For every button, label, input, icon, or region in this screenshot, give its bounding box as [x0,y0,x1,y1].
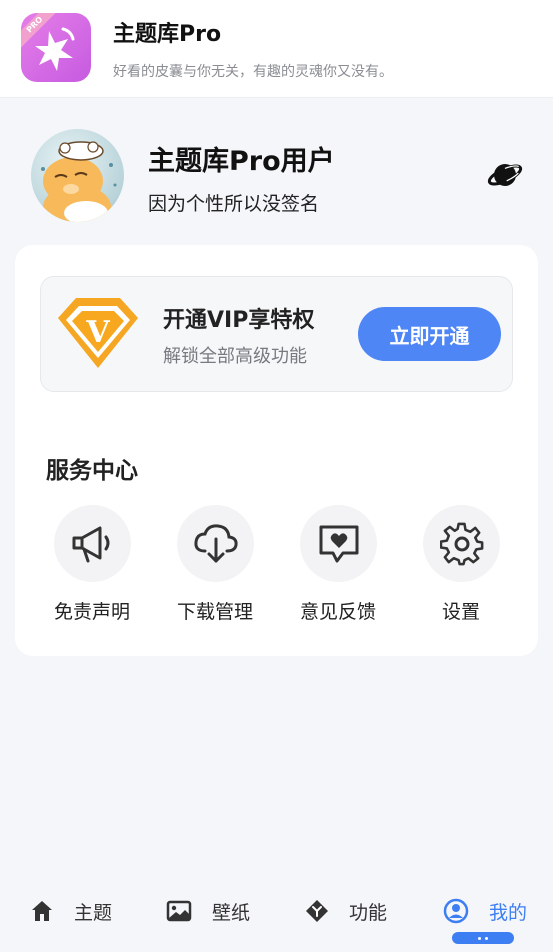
gear-icon [439,522,483,565]
nav-item-theme[interactable]: 主题 [30,893,112,929]
nav-label: 主题 [74,901,113,924]
cloud-download-icon [193,523,238,562]
app-title: 主题库Pro [113,22,222,47]
vip-subtitle: 解锁全部高级功能 [163,346,307,367]
image-icon [166,900,192,922]
vip-title: 开通VIP享特权 [163,308,315,333]
service-icon-circle [423,505,500,582]
user-icon [443,898,469,924]
nav-item-wallpaper[interactable]: 壁纸 [166,893,250,929]
app-logo: PRO [21,13,91,82]
nav-label: 我的 [489,901,528,924]
service-settings[interactable]: 设置 [406,505,516,625]
avatar-cat-illustration [41,141,117,222]
megaphone-icon [72,526,109,562]
nav-active-indicator [452,932,514,944]
feedback-heart-icon [319,525,358,562]
service-label: 下载管理 [176,601,253,623]
vip-badge-icon: V [58,298,138,368]
activate-vip-button[interactable]: 立即开通 [358,307,501,361]
service-label: 设置 [441,601,480,623]
vip-badge-letter: V [85,315,110,350]
service-icon-circle [54,505,131,582]
service-feedback[interactable]: 意见反馈 [283,505,393,625]
nav-label: 功能 [349,901,388,924]
signature: 因为个性所以没签名 [148,193,320,215]
star-logo-icon [35,27,75,71]
username: 主题库Pro用户 [148,146,335,177]
diamond-icon [306,900,328,922]
app-subtitle: 好看的皮囊与你无关，有趣的灵魂你又没有。 [113,64,393,80]
service-label: 意见反馈 [299,601,376,623]
nav-label: 壁纸 [212,901,251,924]
service-disclaimer[interactable]: 免责声明 [37,505,147,625]
nav-item-features[interactable]: 功能 [305,893,387,929]
avatar[interactable] [31,129,124,222]
service-label: 免责声明 [53,601,130,623]
service-icon-circle [300,505,377,582]
planet-icon[interactable] [487,157,523,193]
service-center-title: 服务中心 [46,458,138,484]
home-icon [32,901,52,921]
service-icon-circle [177,505,254,582]
nav-item-me[interactable]: 我的 [443,893,527,929]
app-banner: PRO 主题库Pro 好看的皮囊与你无关，有趣的灵魂你又没有。 [0,0,553,98]
service-downloads[interactable]: 下载管理 [160,505,270,625]
